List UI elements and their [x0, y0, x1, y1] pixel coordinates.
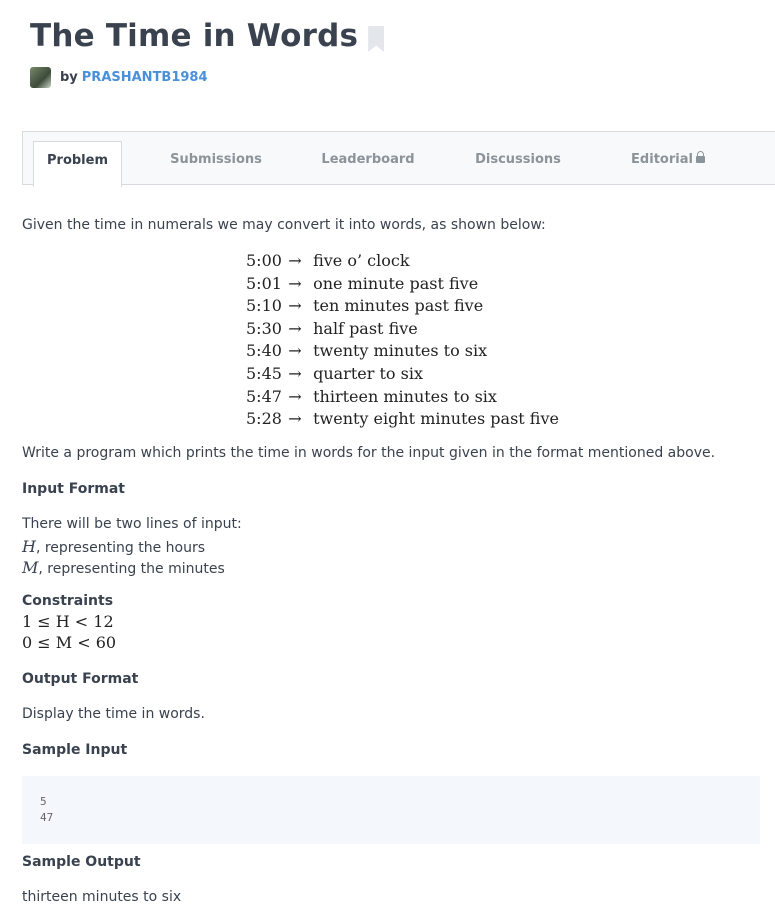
author-line: by PRASHANTB1984 — [30, 67, 208, 88]
sample-input-block[interactable]: 5 47 — [22, 776, 760, 844]
example-time: 5:28 — [246, 409, 282, 429]
arrow-icon: → — [288, 251, 302, 270]
example-time: 5:40 — [246, 341, 282, 361]
output-format-heading: Output Format — [22, 671, 139, 687]
problem-tabs: Problem Submissions Leaderboard Discussi… — [22, 131, 775, 187]
example-time: 5:45 — [246, 363, 282, 383]
challenge-header: The Time in Words — [30, 18, 385, 54]
task-text: Write a program which prints the time in… — [22, 445, 716, 461]
sample-input-line: 47 — [40, 811, 54, 824]
tab-submissions[interactable]: Submissions — [163, 132, 269, 186]
arrow-icon: → — [288, 296, 302, 316]
m-variable: M — [22, 558, 39, 577]
sample-output-heading: Sample Output — [22, 854, 141, 870]
tab-label: Leaderboard — [321, 152, 415, 167]
tab-label: Submissions — [170, 152, 262, 167]
lock-icon — [695, 151, 705, 163]
h-variable: H — [22, 537, 36, 556]
example-words: five o’ clock — [313, 251, 410, 270]
input-m-line: M, representing the minutes — [22, 558, 225, 577]
avatar[interactable] — [30, 67, 51, 88]
arrow-icon: → — [288, 386, 302, 406]
arrow-icon: → — [288, 273, 302, 293]
example-time: 5:10 — [246, 296, 282, 316]
example-words: ten minutes past five — [313, 296, 484, 316]
tab-leaderboard[interactable]: Leaderboard — [315, 132, 421, 186]
example-row: 5:40 → twenty minutes to six — [246, 340, 559, 363]
h-description: , representing the hours — [35, 540, 206, 556]
example-words: one minute past five — [313, 273, 479, 293]
constraint-h: 1 ≤ H < 12 — [22, 612, 114, 631]
example-row: 5:01 → one minute past five — [246, 273, 559, 296]
arrow-icon: → — [288, 341, 302, 361]
arrow-icon: → — [288, 409, 302, 429]
author-prefix: by — [60, 70, 78, 85]
tab-editorial[interactable]: Editorial — [615, 132, 721, 186]
example-row: 5:45 → quarter to six — [246, 363, 559, 386]
examples-list: 5:00 → five o’ clock 5:01 → one minute pas… — [246, 250, 559, 431]
sample-output-text: thirteen minutes to six — [22, 889, 182, 905]
example-row: 5:28 → twenty eight minutes past five — [246, 408, 559, 431]
example-row: 5:47 → thirteen minutes to six — [246, 386, 559, 409]
constraints-heading: Constraints — [22, 593, 114, 609]
input-line: There will be two lines of input: — [22, 516, 242, 532]
m-description: , representing the minutes — [38, 561, 225, 577]
arrow-icon: → — [288, 318, 302, 338]
example-words: half past five — [313, 318, 418, 338]
arrow-icon: → — [288, 363, 302, 383]
example-row: 5:00 → five o’ clock — [246, 250, 559, 273]
tab-label: Discussions — [475, 152, 561, 167]
example-words: twenty minutes to six — [313, 341, 488, 361]
example-time: 5:30 — [246, 318, 282, 338]
sample-input-line: 5 — [40, 795, 47, 808]
tab-discussions[interactable]: Discussions — [465, 132, 571, 186]
example-time: 5:47 — [246, 386, 282, 406]
example-words: twenty eight minutes past five — [313, 409, 559, 429]
constraint-m: 0 ≤ M < 60 — [22, 633, 117, 652]
sample-input-heading: Sample Input — [22, 742, 128, 758]
example-words: quarter to six — [313, 363, 423, 383]
example-row: 5:10 → ten minutes past five — [246, 295, 559, 318]
input-h-line: H, representing the hours — [22, 537, 205, 556]
example-time: 5:00 — [246, 251, 282, 270]
tab-problem[interactable]: Problem — [33, 141, 122, 187]
output-description: Display the time in words. — [22, 706, 205, 722]
example-row: 5:30 → half past five — [246, 318, 559, 341]
bookmark-icon[interactable] — [368, 26, 385, 52]
author-link[interactable]: PRASHANTB1984 — [82, 70, 208, 85]
page-title: The Time in Words — [30, 18, 359, 54]
example-words: thirteen minutes to six — [313, 386, 497, 406]
example-time: 5:01 — [246, 273, 282, 293]
tab-label: Editorial — [631, 152, 693, 167]
intro-text: Given the time in numerals we may conver… — [22, 217, 546, 233]
tab-label: Problem — [47, 153, 108, 168]
input-format-heading: Input Format — [22, 481, 125, 497]
